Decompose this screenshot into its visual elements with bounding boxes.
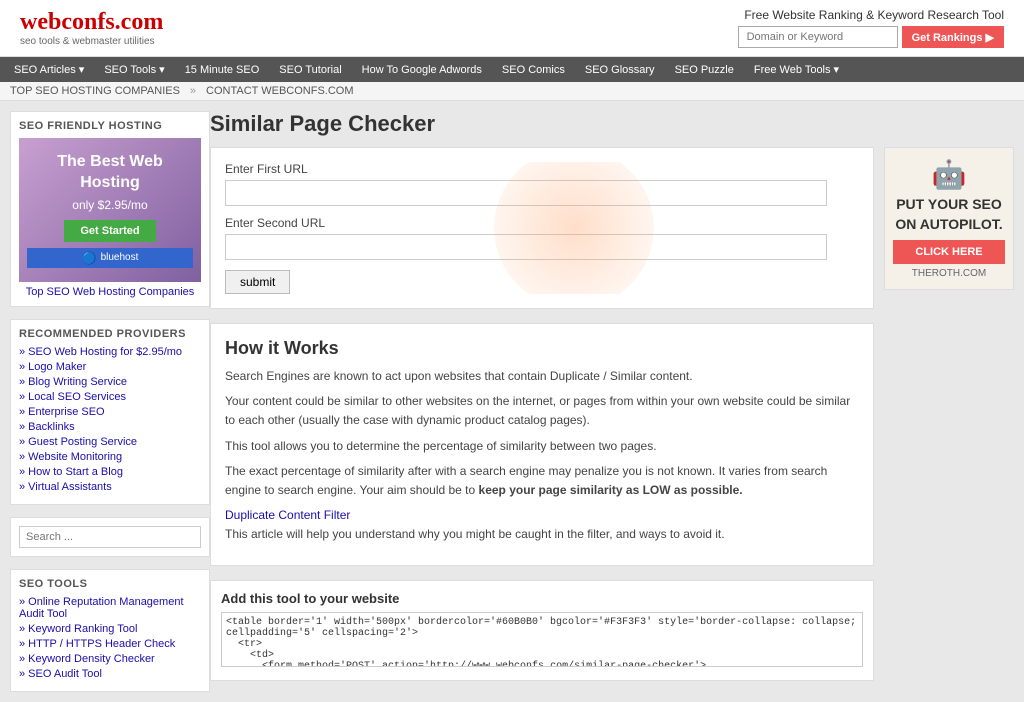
first-url-label: Enter First URL: [225, 162, 859, 176]
content-and-ad: Enter First URL Enter Second URL submit …: [210, 147, 1014, 681]
how-it-works-para5: Duplicate Content Filter This article wi…: [225, 506, 859, 544]
seo-tools-links: » Online Reputation Management Audit Too…: [19, 596, 201, 680]
recommended-link[interactable]: » Website Monitoring: [19, 451, 201, 463]
content-area: Similar Page Checker Enter First URL Ent…: [210, 111, 1014, 692]
bluehost-icon: 🔵: [82, 251, 97, 265]
recommended-link[interactable]: » Virtual Assistants: [19, 481, 201, 493]
seo-tool-link[interactable]: » Online Reputation Management Audit Too…: [19, 596, 201, 620]
seo-tool-link[interactable]: » SEO Audit Tool: [19, 668, 201, 680]
nav-item-how-to-google-adwords[interactable]: How To Google Adwords: [352, 58, 492, 82]
sub-nav-link-1[interactable]: CONTACT WEBCONFS.COM: [206, 85, 353, 97]
nav-item-seo-articles[interactable]: SEO Articles ▾: [4, 57, 94, 82]
recommended-link[interactable]: » Enterprise SEO: [19, 406, 201, 418]
nav-item-15-minute-seo[interactable]: 15 Minute SEO: [175, 58, 270, 82]
nav-item-seo-tutorial[interactable]: SEO Tutorial: [269, 58, 351, 82]
logo-main: webconfs.com: [20, 9, 163, 36]
hosting-get-started-button[interactable]: Get Started: [64, 220, 155, 242]
bluehost-bar: 🔵 bluehost: [27, 248, 193, 268]
how-it-works-para5-text: This article will help you understand wh…: [225, 527, 725, 541]
nav-item-seo-glossary[interactable]: SEO Glossary: [575, 58, 665, 82]
how-it-works-para1: Search Engines are known to act upon web…: [225, 367, 859, 386]
recommended-link[interactable]: » SEO Web Hosting for $2.95/mo: [19, 346, 201, 358]
how-it-works-title: How it Works: [225, 338, 859, 359]
top-hosting-link[interactable]: Top SEO Web Hosting Companies: [19, 286, 201, 298]
hosting-box: The Best Web Hosting only $2.95/mo Get S…: [19, 138, 201, 282]
first-url-input[interactable]: [225, 180, 827, 206]
main-column: Enter First URL Enter Second URL submit …: [210, 147, 874, 681]
ranking-form: Get Rankings ▶: [738, 26, 1004, 48]
right-ad: 🤖 PUT YOUR SEO ON AUTOPILOT. CLICK HERE …: [884, 147, 1014, 290]
second-url-label: Enter Second URL: [225, 216, 859, 230]
tool-form-box: Enter First URL Enter Second URL submit: [210, 147, 874, 309]
duplicate-filter-link[interactable]: Duplicate Content Filter: [225, 508, 350, 522]
sub-nav-link-0[interactable]: TOP SEO HOSTING COMPANIES: [10, 85, 180, 97]
seo-tool-link[interactable]: » Keyword Density Checker: [19, 653, 201, 665]
page-title: Similar Page Checker: [210, 111, 1014, 137]
hosting-tagline: The Best Web Hosting: [27, 152, 193, 194]
seo-tools-section: SEO TOOLS » Online Reputation Management…: [10, 569, 210, 692]
embed-title: Add this tool to your website: [221, 591, 863, 606]
ad-box: 🤖 PUT YOUR SEO ON AUTOPILOT. CLICK HERE …: [884, 147, 1014, 290]
nav-bar: SEO Articles ▾SEO Tools ▾15 Minute SEOSE…: [0, 57, 1024, 82]
recommended-link[interactable]: » How to Start a Blog: [19, 466, 201, 478]
tool-form-inner: Enter First URL Enter Second URL submit: [225, 162, 859, 294]
sidebar: SEO FRIENDLY HOSTING The Best Web Hostin…: [10, 111, 210, 692]
recommended-link[interactable]: » Blog Writing Service: [19, 376, 201, 388]
hosting-price: only $2.95/mo: [27, 198, 193, 212]
recommended-links: » SEO Web Hosting for $2.95/mo » Logo Mak…: [19, 346, 201, 493]
recommended-link[interactable]: » Backlinks: [19, 421, 201, 433]
top-header: webconfs.com seo tools & webmaster utili…: [0, 0, 1024, 57]
nav-item-seo-comics[interactable]: SEO Comics: [492, 58, 575, 82]
ad-title: PUT YOUR SEO ON AUTOPILOT.: [893, 195, 1005, 234]
how-it-works-para2: Your content could be similar to other w…: [225, 392, 859, 430]
ranking-tool-title: Free Website Ranking & Keyword Research …: [744, 8, 1004, 22]
ranking-tool: Free Website Ranking & Keyword Research …: [738, 8, 1004, 48]
recommended-title: RECOMMENDED PROVIDERS: [19, 328, 201, 340]
logo-area: webconfs.com seo tools & webmaster utili…: [20, 9, 163, 47]
robot-icon: 🤖: [893, 158, 1005, 191]
recommended-link[interactable]: » Guest Posting Service: [19, 436, 201, 448]
seo-tool-link[interactable]: » HTTP / HTTPS Header Check: [19, 638, 201, 650]
hosting-section: SEO FRIENDLY HOSTING The Best Web Hostin…: [10, 111, 210, 307]
second-url-input[interactable]: [225, 234, 827, 260]
bluehost-label: bluehost: [101, 252, 139, 263]
nav-item-seo-puzzle[interactable]: SEO Puzzle: [665, 58, 744, 82]
nav-item-seo-tools[interactable]: SEO Tools ▾: [94, 57, 174, 82]
ad-domain: THEROTH.COM: [893, 268, 1005, 279]
recommended-link[interactable]: » Local SEO Services: [19, 391, 201, 403]
sub-nav-sep: »: [190, 85, 196, 97]
sub-nav: TOP SEO HOSTING COMPANIES » CONTACT WEBCON…: [0, 82, 1024, 101]
how-it-works-para4: The exact percentage of similarity after…: [225, 462, 859, 500]
embed-textarea[interactable]: <table border='1' width='500px' borderco…: [221, 612, 863, 667]
main-layout: SEO FRIENDLY HOSTING The Best Web Hostin…: [0, 101, 1024, 702]
how-it-works-box: How it Works Search Engines are known to…: [210, 323, 874, 566]
embed-box: Add this tool to your website <table bor…: [210, 580, 874, 681]
submit-button[interactable]: submit: [225, 270, 290, 294]
hosting-section-title: SEO FRIENDLY HOSTING: [19, 120, 201, 132]
ranking-input[interactable]: [738, 26, 898, 48]
logo-sub: seo tools & webmaster utilities: [20, 36, 163, 47]
recommended-link[interactable]: » Logo Maker: [19, 361, 201, 373]
ad-click-button[interactable]: CLICK HERE: [893, 240, 1005, 264]
seo-tools-title: SEO TOOLS: [19, 578, 201, 590]
search-input[interactable]: [19, 526, 201, 548]
seo-tool-link[interactable]: » Keyword Ranking Tool: [19, 623, 201, 635]
ranking-button[interactable]: Get Rankings ▶: [902, 26, 1004, 48]
recommended-section: RECOMMENDED PROVIDERS » SEO Web Hosting …: [10, 319, 210, 505]
nav-item-free-web-tools[interactable]: Free Web Tools ▾: [744, 57, 849, 82]
search-section: [10, 517, 210, 557]
how-it-works-para3: This tool allows you to determine the pe…: [225, 437, 859, 456]
